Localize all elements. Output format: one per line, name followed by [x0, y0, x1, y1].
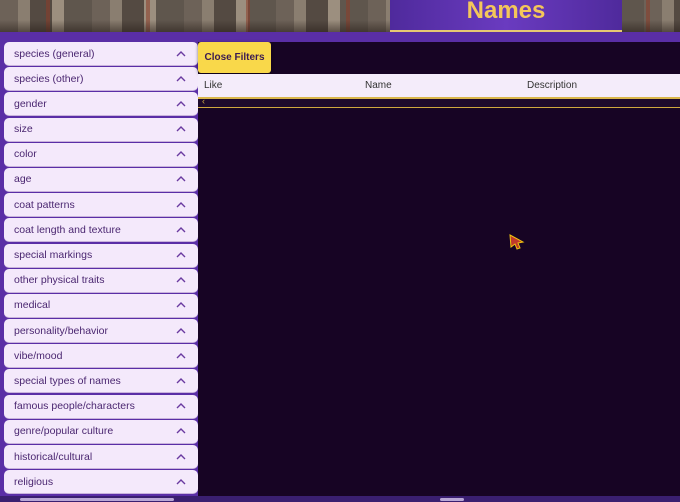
filter-label: famous people/characters	[14, 400, 135, 413]
filter-label: color	[14, 148, 37, 161]
chevron-up-icon	[176, 377, 188, 384]
filter-label: species (general)	[14, 47, 95, 60]
filter-sidebar: species (general) species (other) gender…	[4, 42, 198, 495]
filter-label: genre/popular culture	[14, 425, 114, 438]
chevron-up-icon	[176, 428, 188, 434]
filter-label: age	[14, 173, 32, 186]
filter-size[interactable]: size	[4, 117, 198, 142]
filter-gender[interactable]: gender	[4, 92, 198, 117]
filter-label: species (other)	[14, 72, 84, 85]
chevron-up-icon	[176, 327, 188, 334]
filter-label: vibe/mood	[14, 349, 63, 362]
filter-label: coat patterns	[14, 198, 75, 211]
mouse-pointer-icon	[509, 234, 525, 255]
filter-personality[interactable]: personality/behavior	[4, 319, 198, 344]
filter-label: religious	[14, 475, 54, 488]
scroll-left-icon[interactable]: ‹	[202, 96, 205, 106]
chevron-up-icon	[176, 176, 188, 182]
close-filters-button[interactable]: Close Filters	[198, 42, 271, 73]
results-panel: Close Filters Like Name Description ‹	[198, 42, 680, 496]
filter-special-markings[interactable]: special markings	[4, 243, 198, 268]
chevron-up-icon	[176, 403, 188, 409]
sidebar-scrollbar-thumb[interactable]	[20, 498, 174, 501]
chevron-up-icon	[176, 126, 188, 132]
filter-vibe-mood[interactable]: vibe/mood	[4, 344, 198, 369]
filter-coat-length[interactable]: coat length and texture	[4, 218, 198, 243]
filter-label: special markings	[14, 249, 93, 261]
filter-label: size	[14, 123, 33, 136]
filter-species-other[interactable]: species (other)	[4, 67, 198, 92]
filter-label: personality/behavior	[14, 324, 108, 337]
filter-label: historical/cultural	[14, 450, 93, 463]
filter-label: gender	[14, 97, 47, 110]
chevron-up-icon	[176, 50, 188, 57]
filter-genre[interactable]: genre/popular culture	[4, 419, 198, 444]
chevron-up-icon	[176, 352, 188, 359]
column-header-name[interactable]: Name	[365, 80, 392, 91]
filter-label: medical	[14, 299, 51, 312]
filter-color[interactable]: color	[4, 142, 198, 167]
chevron-up-icon	[176, 151, 188, 157]
chevron-up-icon	[176, 226, 188, 233]
header-banner: Names	[0, 0, 680, 32]
page-title: Names	[466, 0, 546, 24]
chevron-up-icon	[176, 478, 188, 485]
column-header-description[interactable]: Description	[527, 80, 577, 91]
chevron-up-icon	[176, 100, 188, 107]
filter-other-physical-traits[interactable]: other physical traits	[4, 268, 198, 293]
chevron-up-icon	[176, 75, 188, 82]
filter-age[interactable]: age	[4, 167, 198, 192]
chevron-up-icon	[176, 252, 188, 258]
chevron-up-icon	[176, 453, 188, 460]
column-header-like[interactable]: Like	[204, 80, 222, 91]
filter-coat-patterns[interactable]: coat patterns	[4, 193, 198, 218]
panel-scrollbar-thumb[interactable]	[440, 498, 464, 501]
table-header: Like Name Description	[198, 74, 680, 99]
filter-religious[interactable]: religious	[4, 470, 198, 495]
filter-medical[interactable]: medical	[4, 293, 198, 318]
page-title-box: Names	[390, 0, 622, 32]
filter-label: coat length and texture	[14, 223, 121, 236]
filter-famous-people[interactable]: famous people/characters	[4, 394, 198, 419]
filter-label: other physical traits	[14, 274, 105, 287]
filter-label: special types of names	[14, 374, 121, 387]
chevron-up-icon	[176, 302, 188, 308]
filter-special-types[interactable]: special types of names	[4, 369, 198, 394]
chevron-up-icon	[176, 201, 188, 208]
filter-species-general[interactable]: species (general)	[4, 42, 198, 66]
chevron-up-icon	[176, 277, 188, 283]
horizontal-scroll-row[interactable]: ‹	[198, 96, 680, 108]
filter-historical[interactable]: historical/cultural	[4, 445, 198, 469]
